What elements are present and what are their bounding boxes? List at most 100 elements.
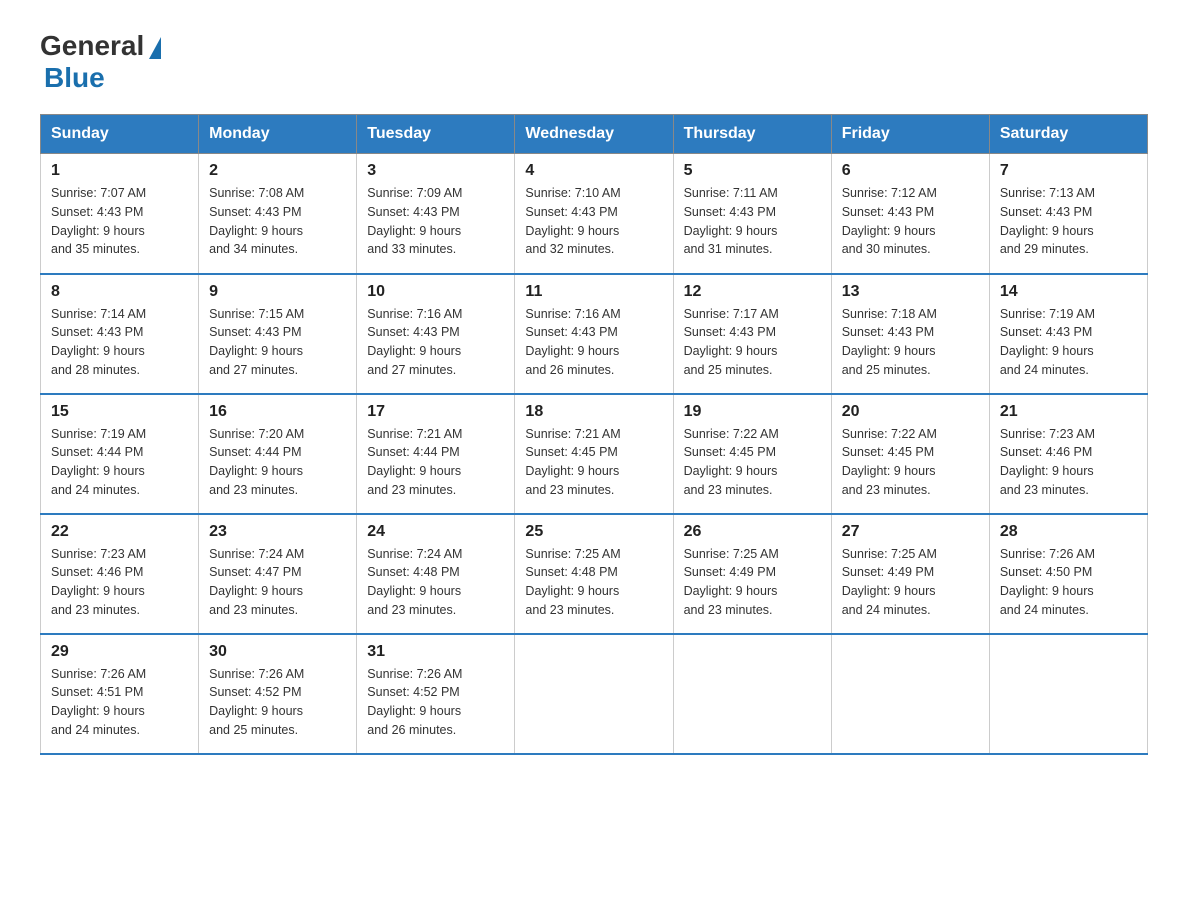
weekday-header-tuesday: Tuesday bbox=[357, 115, 515, 154]
calendar-cell: 8 Sunrise: 7:14 AM Sunset: 4:43 PM Dayli… bbox=[41, 274, 199, 394]
calendar-cell bbox=[831, 634, 989, 754]
calendar-cell: 27 Sunrise: 7:25 AM Sunset: 4:49 PM Dayl… bbox=[831, 514, 989, 634]
day-number: 27 bbox=[842, 523, 979, 541]
calendar-cell: 5 Sunrise: 7:11 AM Sunset: 4:43 PM Dayli… bbox=[673, 154, 831, 274]
calendar-cell: 25 Sunrise: 7:25 AM Sunset: 4:48 PM Dayl… bbox=[515, 514, 673, 634]
calendar-week-row: 1 Sunrise: 7:07 AM Sunset: 4:43 PM Dayli… bbox=[41, 154, 1148, 274]
calendar-cell: 2 Sunrise: 7:08 AM Sunset: 4:43 PM Dayli… bbox=[199, 154, 357, 274]
calendar-cell: 21 Sunrise: 7:23 AM Sunset: 4:46 PM Dayl… bbox=[989, 394, 1147, 514]
day-info: Sunrise: 7:15 AM Sunset: 4:43 PM Dayligh… bbox=[209, 305, 346, 380]
logo-blue-text: Blue bbox=[44, 62, 105, 93]
day-number: 21 bbox=[1000, 403, 1137, 421]
day-info: Sunrise: 7:07 AM Sunset: 4:43 PM Dayligh… bbox=[51, 184, 188, 259]
calendar-week-row: 8 Sunrise: 7:14 AM Sunset: 4:43 PM Dayli… bbox=[41, 274, 1148, 394]
day-number: 3 bbox=[367, 162, 504, 180]
calendar-cell: 3 Sunrise: 7:09 AM Sunset: 4:43 PM Dayli… bbox=[357, 154, 515, 274]
day-number: 31 bbox=[367, 643, 504, 661]
weekday-header-monday: Monday bbox=[199, 115, 357, 154]
day-number: 19 bbox=[684, 403, 821, 421]
weekday-header-friday: Friday bbox=[831, 115, 989, 154]
day-number: 15 bbox=[51, 403, 188, 421]
day-number: 25 bbox=[525, 523, 662, 541]
day-number: 28 bbox=[1000, 523, 1137, 541]
day-number: 1 bbox=[51, 162, 188, 180]
day-info: Sunrise: 7:23 AM Sunset: 4:46 PM Dayligh… bbox=[51, 545, 188, 620]
day-number: 18 bbox=[525, 403, 662, 421]
day-info: Sunrise: 7:19 AM Sunset: 4:43 PM Dayligh… bbox=[1000, 305, 1137, 380]
calendar-cell: 11 Sunrise: 7:16 AM Sunset: 4:43 PM Dayl… bbox=[515, 274, 673, 394]
calendar-week-row: 15 Sunrise: 7:19 AM Sunset: 4:44 PM Dayl… bbox=[41, 394, 1148, 514]
calendar-cell: 31 Sunrise: 7:26 AM Sunset: 4:52 PM Dayl… bbox=[357, 634, 515, 754]
day-info: Sunrise: 7:16 AM Sunset: 4:43 PM Dayligh… bbox=[525, 305, 662, 380]
day-info: Sunrise: 7:16 AM Sunset: 4:43 PM Dayligh… bbox=[367, 305, 504, 380]
calendar-cell: 13 Sunrise: 7:18 AM Sunset: 4:43 PM Dayl… bbox=[831, 274, 989, 394]
day-info: Sunrise: 7:18 AM Sunset: 4:43 PM Dayligh… bbox=[842, 305, 979, 380]
calendar-cell: 28 Sunrise: 7:26 AM Sunset: 4:50 PM Dayl… bbox=[989, 514, 1147, 634]
weekday-header-row: SundayMondayTuesdayWednesdayThursdayFrid… bbox=[41, 115, 1148, 154]
day-info: Sunrise: 7:14 AM Sunset: 4:43 PM Dayligh… bbox=[51, 305, 188, 380]
page-header: General Blue bbox=[40, 30, 1148, 94]
calendar-cell bbox=[515, 634, 673, 754]
logo-general-text: General bbox=[40, 30, 144, 62]
day-info: Sunrise: 7:25 AM Sunset: 4:49 PM Dayligh… bbox=[684, 545, 821, 620]
weekday-header-wednesday: Wednesday bbox=[515, 115, 673, 154]
day-number: 12 bbox=[684, 283, 821, 301]
calendar-cell: 10 Sunrise: 7:16 AM Sunset: 4:43 PM Dayl… bbox=[357, 274, 515, 394]
day-info: Sunrise: 7:19 AM Sunset: 4:44 PM Dayligh… bbox=[51, 425, 188, 500]
calendar-cell: 17 Sunrise: 7:21 AM Sunset: 4:44 PM Dayl… bbox=[357, 394, 515, 514]
day-info: Sunrise: 7:09 AM Sunset: 4:43 PM Dayligh… bbox=[367, 184, 504, 259]
calendar-cell: 22 Sunrise: 7:23 AM Sunset: 4:46 PM Dayl… bbox=[41, 514, 199, 634]
day-info: Sunrise: 7:24 AM Sunset: 4:47 PM Dayligh… bbox=[209, 545, 346, 620]
day-info: Sunrise: 7:10 AM Sunset: 4:43 PM Dayligh… bbox=[525, 184, 662, 259]
weekday-header-thursday: Thursday bbox=[673, 115, 831, 154]
day-info: Sunrise: 7:23 AM Sunset: 4:46 PM Dayligh… bbox=[1000, 425, 1137, 500]
day-info: Sunrise: 7:20 AM Sunset: 4:44 PM Dayligh… bbox=[209, 425, 346, 500]
day-number: 17 bbox=[367, 403, 504, 421]
logo: General Blue bbox=[40, 30, 161, 94]
day-number: 8 bbox=[51, 283, 188, 301]
calendar-cell: 6 Sunrise: 7:12 AM Sunset: 4:43 PM Dayli… bbox=[831, 154, 989, 274]
calendar-week-row: 22 Sunrise: 7:23 AM Sunset: 4:46 PM Dayl… bbox=[41, 514, 1148, 634]
day-number: 10 bbox=[367, 283, 504, 301]
weekday-header-sunday: Sunday bbox=[41, 115, 199, 154]
calendar-cell: 4 Sunrise: 7:10 AM Sunset: 4:43 PM Dayli… bbox=[515, 154, 673, 274]
calendar-cell: 15 Sunrise: 7:19 AM Sunset: 4:44 PM Dayl… bbox=[41, 394, 199, 514]
day-info: Sunrise: 7:22 AM Sunset: 4:45 PM Dayligh… bbox=[842, 425, 979, 500]
day-number: 16 bbox=[209, 403, 346, 421]
day-number: 26 bbox=[684, 523, 821, 541]
weekday-header-saturday: Saturday bbox=[989, 115, 1147, 154]
day-number: 20 bbox=[842, 403, 979, 421]
calendar-cell: 14 Sunrise: 7:19 AM Sunset: 4:43 PM Dayl… bbox=[989, 274, 1147, 394]
calendar-cell: 9 Sunrise: 7:15 AM Sunset: 4:43 PM Dayli… bbox=[199, 274, 357, 394]
day-number: 24 bbox=[367, 523, 504, 541]
day-number: 9 bbox=[209, 283, 346, 301]
calendar-cell: 24 Sunrise: 7:24 AM Sunset: 4:48 PM Dayl… bbox=[357, 514, 515, 634]
calendar-cell: 1 Sunrise: 7:07 AM Sunset: 4:43 PM Dayli… bbox=[41, 154, 199, 274]
day-number: 30 bbox=[209, 643, 346, 661]
day-info: Sunrise: 7:17 AM Sunset: 4:43 PM Dayligh… bbox=[684, 305, 821, 380]
calendar-cell: 12 Sunrise: 7:17 AM Sunset: 4:43 PM Dayl… bbox=[673, 274, 831, 394]
calendar-cell: 16 Sunrise: 7:20 AM Sunset: 4:44 PM Dayl… bbox=[199, 394, 357, 514]
logo-blue-line: Blue bbox=[40, 62, 105, 94]
day-number: 11 bbox=[525, 283, 662, 301]
day-number: 22 bbox=[51, 523, 188, 541]
calendar-cell bbox=[989, 634, 1147, 754]
calendar-cell: 23 Sunrise: 7:24 AM Sunset: 4:47 PM Dayl… bbox=[199, 514, 357, 634]
calendar-cell bbox=[673, 634, 831, 754]
day-number: 14 bbox=[1000, 283, 1137, 301]
calendar-cell: 7 Sunrise: 7:13 AM Sunset: 4:43 PM Dayli… bbox=[989, 154, 1147, 274]
calendar-cell: 30 Sunrise: 7:26 AM Sunset: 4:52 PM Dayl… bbox=[199, 634, 357, 754]
day-info: Sunrise: 7:22 AM Sunset: 4:45 PM Dayligh… bbox=[684, 425, 821, 500]
day-number: 6 bbox=[842, 162, 979, 180]
day-info: Sunrise: 7:12 AM Sunset: 4:43 PM Dayligh… bbox=[842, 184, 979, 259]
calendar-cell: 18 Sunrise: 7:21 AM Sunset: 4:45 PM Dayl… bbox=[515, 394, 673, 514]
logo-triangle-icon bbox=[149, 37, 161, 59]
day-number: 4 bbox=[525, 162, 662, 180]
day-info: Sunrise: 7:26 AM Sunset: 4:51 PM Dayligh… bbox=[51, 665, 188, 740]
day-number: 13 bbox=[842, 283, 979, 301]
day-info: Sunrise: 7:08 AM Sunset: 4:43 PM Dayligh… bbox=[209, 184, 346, 259]
day-number: 5 bbox=[684, 162, 821, 180]
day-info: Sunrise: 7:26 AM Sunset: 4:52 PM Dayligh… bbox=[209, 665, 346, 740]
calendar-cell: 20 Sunrise: 7:22 AM Sunset: 4:45 PM Dayl… bbox=[831, 394, 989, 514]
day-info: Sunrise: 7:24 AM Sunset: 4:48 PM Dayligh… bbox=[367, 545, 504, 620]
